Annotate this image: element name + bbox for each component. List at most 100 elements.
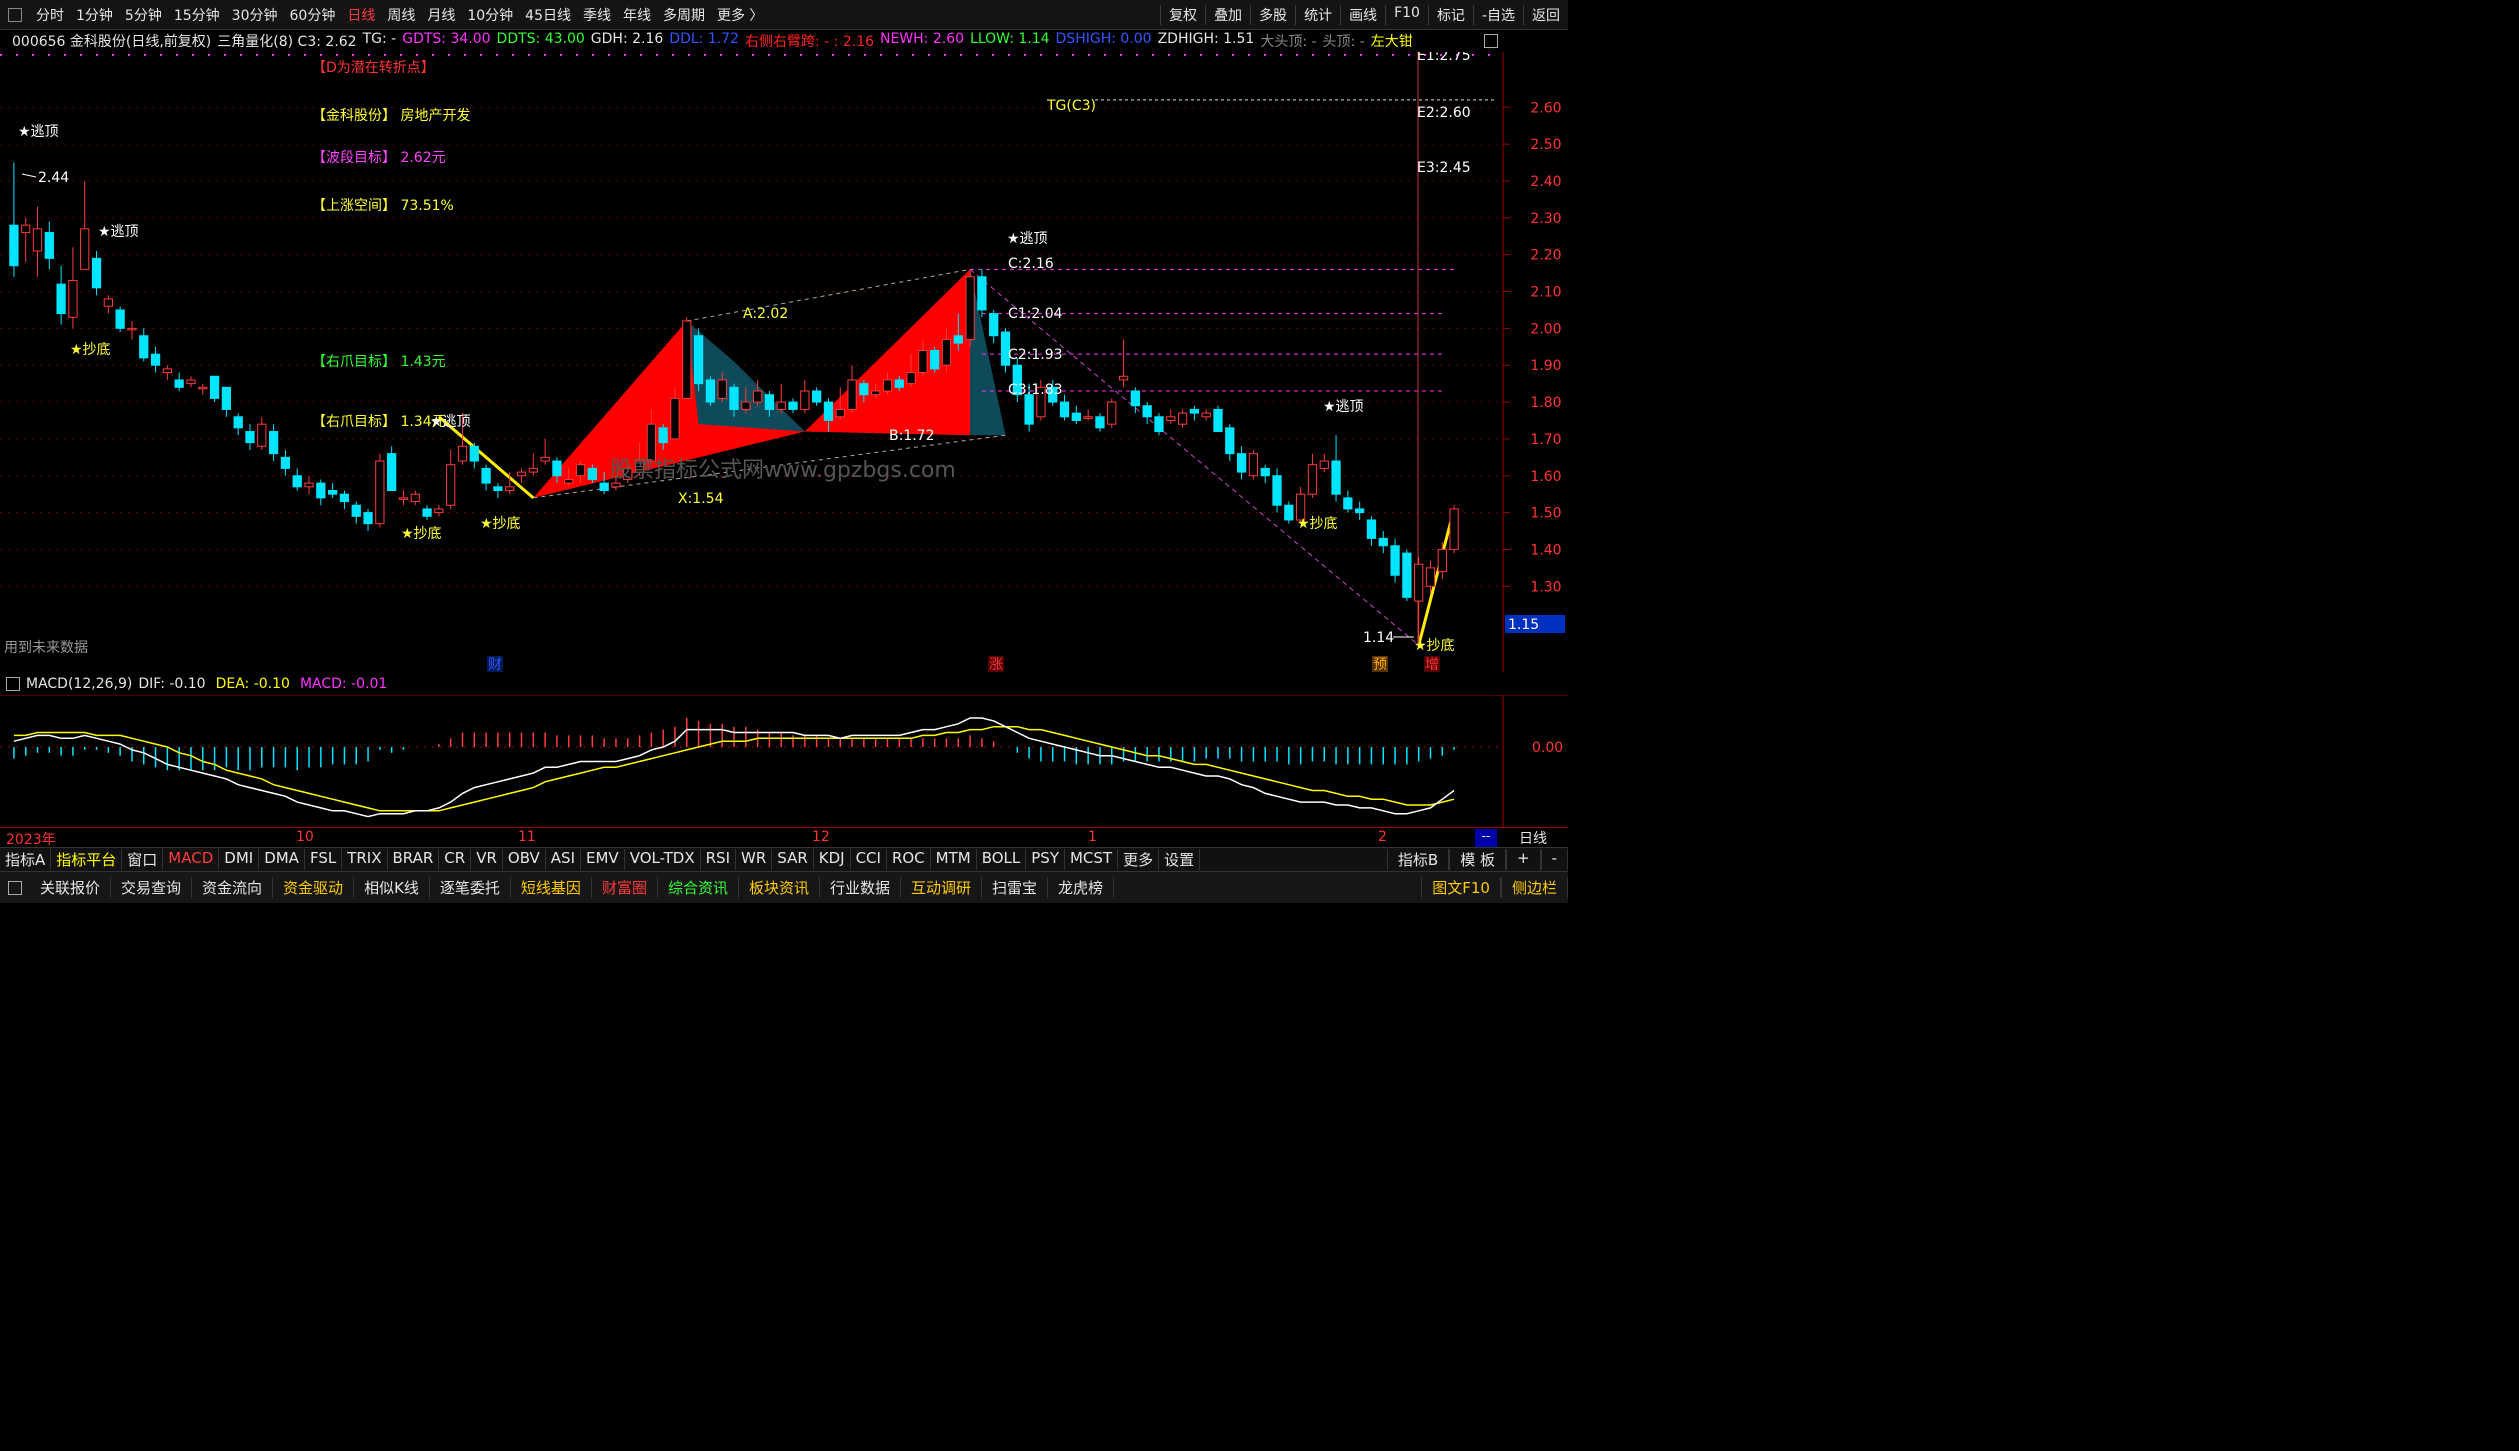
candle-body[interactable]: [1390, 545, 1400, 576]
panel-toggle-icon[interactable]: [1484, 34, 1498, 48]
candle-body[interactable]: [611, 482, 621, 488]
candle-body[interactable]: [1024, 394, 1034, 425]
candle-body[interactable]: [682, 320, 692, 399]
candle-body[interactable]: [32, 228, 43, 252]
toolbar-button-7[interactable]: -自选: [1472, 4, 1523, 25]
period-10[interactable]: 45日线: [519, 5, 577, 25]
indicator-tab-4[interactable]: DMI: [219, 849, 260, 870]
period-11[interactable]: 季线: [577, 5, 617, 25]
candle-body[interactable]: [1059, 401, 1070, 418]
function-right-0[interactable]: 图文F10: [1421, 877, 1501, 898]
candle-body[interactable]: [387, 453, 397, 491]
candle-body[interactable]: [304, 482, 314, 488]
candle-body[interactable]: [693, 335, 704, 385]
toolbar-button-6[interactable]: 标记: [1427, 4, 1473, 25]
candle-body[interactable]: [1236, 453, 1247, 473]
candle-body[interactable]: [977, 276, 987, 311]
candle-body[interactable]: [1378, 537, 1388, 547]
candle-body[interactable]: [186, 379, 196, 385]
candle-body[interactable]: [528, 467, 538, 473]
event-marker-3[interactable]: 增: [1425, 657, 1439, 672]
candle-body[interactable]: [906, 372, 916, 385]
candle-body[interactable]: [989, 313, 999, 337]
candle-body[interactable]: [882, 379, 893, 392]
candle-body[interactable]: [209, 375, 220, 399]
candle-body[interactable]: [493, 486, 503, 491]
candle-body[interactable]: [1213, 408, 1223, 433]
candle-body[interactable]: [375, 460, 385, 525]
candle-body[interactable]: [150, 353, 161, 366]
candle-body[interactable]: [268, 431, 279, 455]
event-marker-0[interactable]: 财: [488, 657, 502, 672]
candle-body[interactable]: [717, 379, 727, 399]
candle-body[interactable]: [1225, 427, 1235, 455]
function-button-11[interactable]: 互动调研: [901, 877, 983, 898]
candle-body[interactable]: [115, 309, 125, 329]
candle-body[interactable]: [9, 224, 19, 267]
toolbar-button-3[interactable]: 统计: [1295, 4, 1340, 25]
period-1[interactable]: 1分钟: [70, 5, 119, 25]
indicator-tab-15[interactable]: RSI: [701, 849, 736, 870]
indicator-tab-24[interactable]: MCST: [1065, 849, 1119, 870]
candle-body[interactable]: [457, 445, 468, 462]
indicator-tab-9[interactable]: CR: [439, 849, 472, 870]
toolbar-button-8[interactable]: 返回: [1523, 4, 1568, 25]
candle-body[interactable]: [741, 401, 751, 410]
candle-body[interactable]: [847, 379, 857, 410]
candle-body[interactable]: [1107, 401, 1117, 425]
indicator-right-0[interactable]: 指标B: [1386, 849, 1450, 870]
period-2[interactable]: 5分钟: [119, 5, 168, 25]
candle-body[interactable]: [823, 401, 834, 421]
macd-chart[interactable]: 0.00: [0, 695, 1568, 827]
candle-body[interactable]: [871, 390, 881, 396]
indicator-tab-1[interactable]: 指标平台: [51, 849, 123, 870]
candle-body[interactable]: [505, 486, 515, 491]
candle-body[interactable]: [1319, 460, 1329, 469]
event-marker-1[interactable]: 涨: [989, 657, 1003, 672]
function-button-12[interactable]: 扫雷宝: [982, 877, 1049, 898]
indicator-right-3[interactable]: -: [1540, 849, 1568, 870]
period-indicator[interactable]: 日线: [1505, 828, 1547, 848]
period-8[interactable]: 月线: [421, 5, 461, 25]
function-button-4[interactable]: 相似K线: [354, 877, 430, 898]
indicator-tab-22[interactable]: BOLL: [977, 849, 1027, 870]
indicator-tab-16[interactable]: WR: [736, 849, 773, 870]
indicator-tab-0[interactable]: 指标A: [0, 849, 52, 870]
indicator-tab-12[interactable]: ASI: [546, 849, 582, 870]
candle-body[interactable]: [764, 394, 775, 410]
candle-body[interactable]: [56, 283, 66, 315]
indicator-tab-17[interactable]: SAR: [772, 849, 814, 870]
indicator-tab-6[interactable]: FSL: [305, 849, 343, 870]
candlestick-chart[interactable]: 1.30 1.40 1.50 1.60 1.70 1.80 1.90 2.00 2.10 2.20…: [0, 52, 1568, 672]
macd-toggle-icon[interactable]: [6, 677, 20, 691]
function-right-1[interactable]: 侧边栏: [1500, 877, 1568, 898]
candle-body[interactable]: [1414, 563, 1424, 602]
candle-body[interactable]: [1366, 519, 1377, 539]
event-marker-2[interactable]: 预: [1373, 657, 1387, 672]
candle-body[interactable]: [328, 489, 338, 495]
candle-body[interactable]: [965, 276, 975, 340]
function-button-3[interactable]: 资金驱动: [273, 877, 355, 898]
candle-body[interactable]: [788, 401, 798, 410]
candle-body[interactable]: [174, 379, 184, 388]
candle-body[interactable]: [221, 386, 232, 410]
candle-body[interactable]: [1095, 416, 1105, 429]
candle-body[interactable]: [410, 493, 420, 503]
period-5[interactable]: 60分钟: [284, 5, 342, 25]
toolbar-button-1[interactable]: 叠加: [1205, 4, 1250, 25]
macd-label[interactable]: MACD(12,26,9): [26, 676, 132, 692]
candle-body[interactable]: [233, 416, 243, 429]
indicator-right-2[interactable]: +: [1506, 849, 1541, 870]
candle-body[interactable]: [1189, 408, 1200, 414]
indicator-tab-11[interactable]: OBV: [503, 849, 546, 870]
candle-body[interactable]: [599, 482, 609, 491]
candle-body[interactable]: [80, 228, 90, 270]
candle-body[interactable]: [1272, 475, 1282, 506]
period-6[interactable]: 日线: [341, 5, 381, 25]
indicator-tab-23[interactable]: PSY: [1026, 849, 1065, 870]
candle-body[interactable]: [953, 335, 963, 344]
candle-body[interactable]: [752, 390, 763, 403]
candle-body[interactable]: [930, 349, 940, 370]
candle-body[interactable]: [139, 335, 149, 359]
indicator-tab-3[interactable]: MACD: [163, 849, 220, 870]
